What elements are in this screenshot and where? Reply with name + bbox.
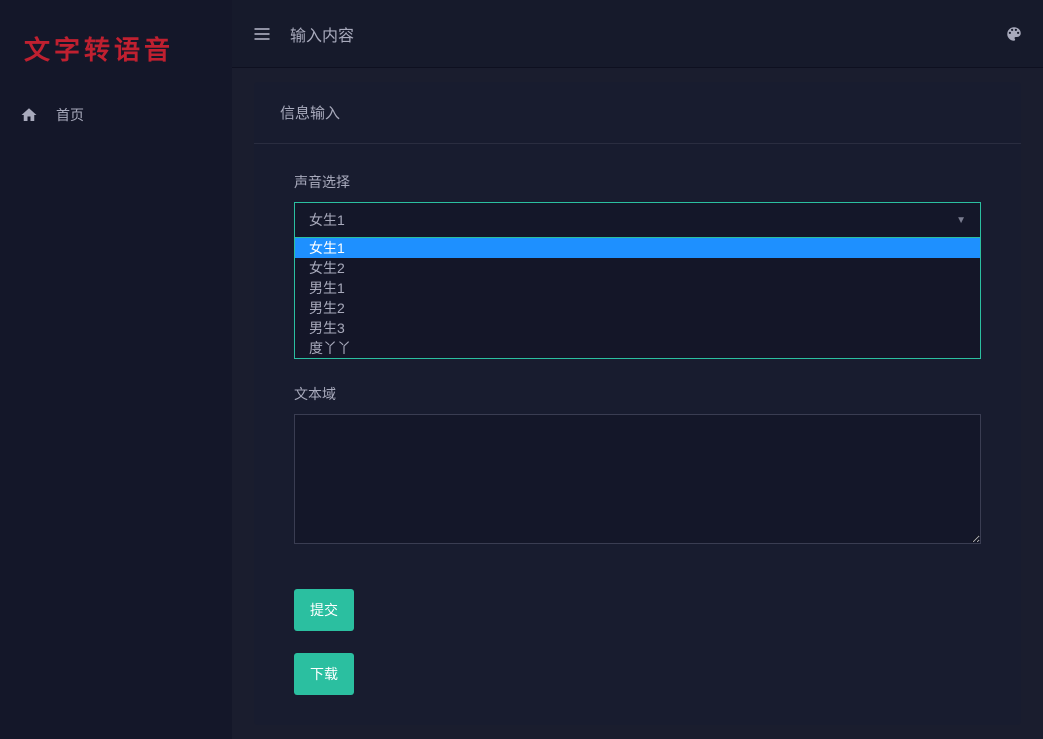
download-button[interactable]: 下载 (294, 653, 354, 695)
voice-option[interactable]: 女生2 (295, 258, 980, 278)
home-icon (20, 106, 38, 124)
voice-select[interactable]: 女生1 ▼ (294, 202, 981, 238)
voice-option[interactable]: 男生3 (295, 318, 980, 338)
theme-palette-icon[interactable] (1005, 25, 1023, 43)
menu-toggle-icon[interactable] (252, 24, 272, 44)
sidebar-item-home[interactable]: 首页 (0, 93, 232, 137)
app-logo: 文字转语音 (0, 0, 232, 93)
textarea-label: 文本域 (294, 384, 981, 404)
header: 输入内容 (232, 0, 1043, 68)
voice-option[interactable]: 女生1 (295, 238, 980, 258)
submit-button[interactable]: 提交 (294, 589, 354, 631)
voice-option[interactable]: 男生1 (295, 278, 980, 298)
voice-select-value: 女生1 (309, 210, 345, 230)
sidebar: 文字转语音 首页 (0, 0, 232, 739)
main-area: 输入内容 信息输入 声音选择 女生1 ▼ (232, 0, 1043, 739)
text-content-textarea[interactable] (294, 414, 981, 544)
form-card: 信息输入 声音选择 女生1 ▼ 女生1 女生2 男生1 (254, 82, 1021, 725)
voice-select-label: 声音选择 (294, 172, 981, 192)
voice-dropdown: 女生1 女生2 男生1 男生2 男生3 度丫丫 (294, 238, 981, 359)
voice-option[interactable]: 度丫丫 (295, 338, 980, 358)
card-title: 信息输入 (254, 82, 1021, 144)
breadcrumb: 输入内容 (290, 22, 354, 46)
chevron-down-icon: ▼ (956, 215, 966, 226)
voice-option[interactable]: 男生2 (295, 298, 980, 318)
sidebar-item-label: 首页 (56, 105, 84, 125)
